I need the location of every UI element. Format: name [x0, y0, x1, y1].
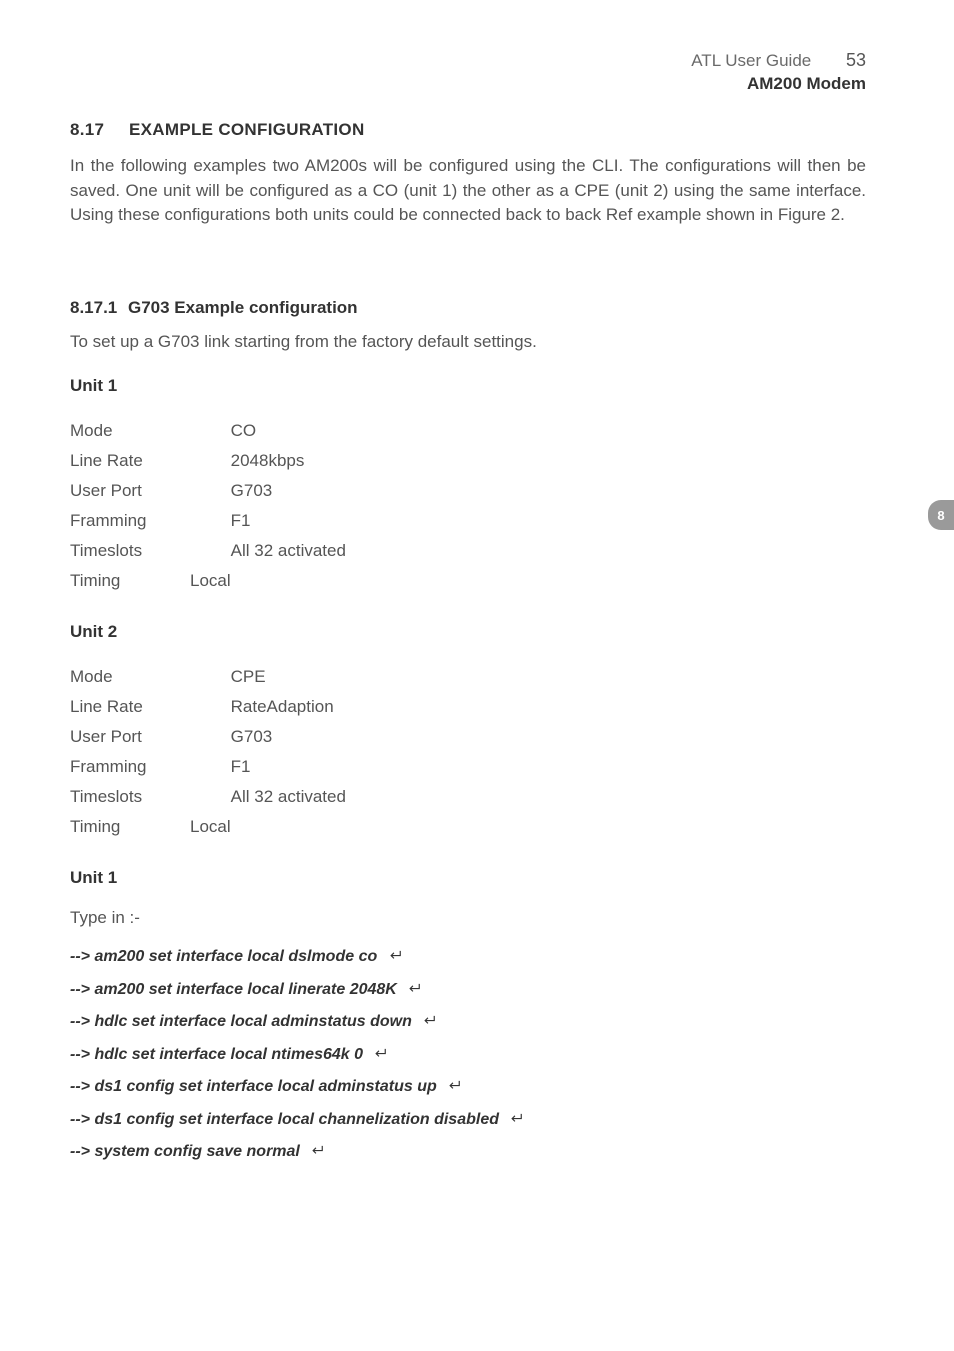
unit-1-heading: Unit 1 — [70, 376, 866, 396]
param-value: CO — [231, 416, 346, 446]
table-row: User Port G703 — [70, 722, 346, 752]
param-value: All 32 activated — [231, 782, 346, 812]
param-mid — [190, 476, 231, 506]
unit-2-rows: Mode CPE Line Rate RateAdaption User Por… — [70, 662, 346, 842]
section-intro-paragraph: In the following examples two AM200s wil… — [70, 154, 866, 228]
command-list: --> am200 set interface local dslmode co… — [70, 944, 866, 1166]
param-key: User Port — [70, 476, 190, 506]
param-mid — [190, 752, 231, 782]
param-key: Line Rate — [70, 692, 190, 722]
enter-key-icon — [388, 945, 402, 971]
page-content: 8.17 EXAMPLE CONFIGURATION In the follow… — [70, 120, 866, 1166]
cli-command: --> system config save normal — [70, 1139, 866, 1166]
param-value: All 32 activated — [231, 536, 346, 566]
param-mid — [190, 506, 231, 536]
param-mid — [190, 782, 231, 812]
param-mid — [190, 722, 231, 752]
cli-command: --> am200 set interface local dslmode co — [70, 944, 866, 971]
param-key: Framming — [70, 506, 190, 536]
param-mid: Local — [190, 812, 231, 842]
param-value: F1 — [231, 752, 346, 782]
subsection-title: G703 Example configuration — [128, 298, 358, 317]
table-row: Framming F1 — [70, 506, 346, 536]
page-header: ATL User Guide 53 AM200 Modem — [691, 48, 866, 96]
cli-command: --> am200 set interface local linerate 2… — [70, 977, 866, 1004]
unit-1-rows: Mode CO Line Rate 2048kbps User Port G70… — [70, 416, 346, 596]
header-line-1: ATL User Guide 53 — [691, 48, 866, 73]
cmd-unit-heading: Unit 1 — [70, 868, 866, 888]
param-value: 2048kbps — [231, 446, 346, 476]
param-mid — [190, 446, 231, 476]
subsection-number: 8.17.1 — [70, 298, 117, 318]
param-value: F1 — [231, 506, 346, 536]
table-row: Line Rate 2048kbps — [70, 446, 346, 476]
param-key: Timeslots — [70, 782, 190, 812]
cli-command-text: --> hdlc set interface local adminstatus… — [70, 1013, 412, 1030]
type-in-label: Type in :- — [70, 908, 866, 928]
param-key: Timeslots — [70, 536, 190, 566]
param-value: G703 — [231, 722, 346, 752]
cli-command-text: --> am200 set interface local linerate 2… — [70, 981, 397, 998]
param-key: Line Rate — [70, 446, 190, 476]
cli-command: --> hdlc set interface local ntimes64k 0 — [70, 1042, 866, 1069]
unit-2-table: Mode CPE Line Rate RateAdaption User Por… — [70, 662, 346, 842]
cli-command-text: --> system config save normal — [70, 1143, 300, 1160]
table-row: Line Rate RateAdaption — [70, 692, 346, 722]
enter-key-icon — [407, 978, 421, 1004]
table-row: Timeslots All 32 activated — [70, 782, 346, 812]
param-value — [231, 812, 346, 842]
table-row: Framming F1 — [70, 752, 346, 782]
param-key: Mode — [70, 662, 190, 692]
param-mid — [190, 536, 231, 566]
table-row: Timing Local — [70, 566, 346, 596]
enter-key-icon — [509, 1108, 523, 1134]
param-mid — [190, 662, 231, 692]
cli-command: --> ds1 config set interface local admin… — [70, 1074, 866, 1101]
page-number: 53 — [846, 48, 866, 72]
cli-command-text: --> am200 set interface local dslmode co — [70, 948, 377, 965]
cli-command: --> ds1 config set interface local chann… — [70, 1107, 866, 1134]
enter-key-icon — [422, 1010, 436, 1036]
table-row: User Port G703 — [70, 476, 346, 506]
param-key: Timing — [70, 566, 190, 596]
param-mid — [190, 692, 231, 722]
enter-key-icon — [447, 1075, 461, 1101]
page: ATL User Guide 53 AM200 Modem 8 8.17 EXA… — [0, 0, 954, 1351]
param-mid — [190, 416, 231, 446]
param-value: G703 — [231, 476, 346, 506]
section-heading: 8.17 EXAMPLE CONFIGURATION — [70, 120, 866, 140]
param-key: Mode — [70, 416, 190, 446]
param-key: Timing — [70, 812, 190, 842]
param-mid: Local — [190, 566, 231, 596]
subsection-intro: To set up a G703 link starting from the … — [70, 332, 866, 352]
chapter-side-tab-number: 8 — [937, 508, 944, 523]
table-row: Mode CPE — [70, 662, 346, 692]
table-row: Timeslots All 32 activated — [70, 536, 346, 566]
param-value: CPE — [231, 662, 346, 692]
param-value: RateAdaption — [231, 692, 346, 722]
enter-key-icon — [373, 1043, 387, 1069]
cli-command-text: --> ds1 config set interface local admin… — [70, 1078, 437, 1095]
guide-title: ATL User Guide — [691, 51, 811, 70]
table-row: Mode CO — [70, 416, 346, 446]
chapter-side-tab: 8 — [928, 500, 954, 530]
unit-2-heading: Unit 2 — [70, 622, 866, 642]
unit-1-table: Mode CO Line Rate 2048kbps User Port G70… — [70, 416, 346, 596]
table-row: Timing Local — [70, 812, 346, 842]
cli-command-text: --> ds1 config set interface local chann… — [70, 1111, 499, 1128]
section-title: EXAMPLE CONFIGURATION — [129, 120, 364, 139]
subsection-heading: 8.17.1 G703 Example configuration — [70, 298, 866, 318]
enter-key-icon — [310, 1140, 324, 1166]
param-value — [231, 566, 346, 596]
param-key: User Port — [70, 722, 190, 752]
device-name: AM200 Modem — [691, 73, 866, 96]
section-number: 8.17 — [70, 120, 124, 140]
param-key: Framming — [70, 752, 190, 782]
cli-command: --> hdlc set interface local adminstatus… — [70, 1009, 866, 1036]
cli-command-text: --> hdlc set interface local ntimes64k 0 — [70, 1046, 363, 1063]
